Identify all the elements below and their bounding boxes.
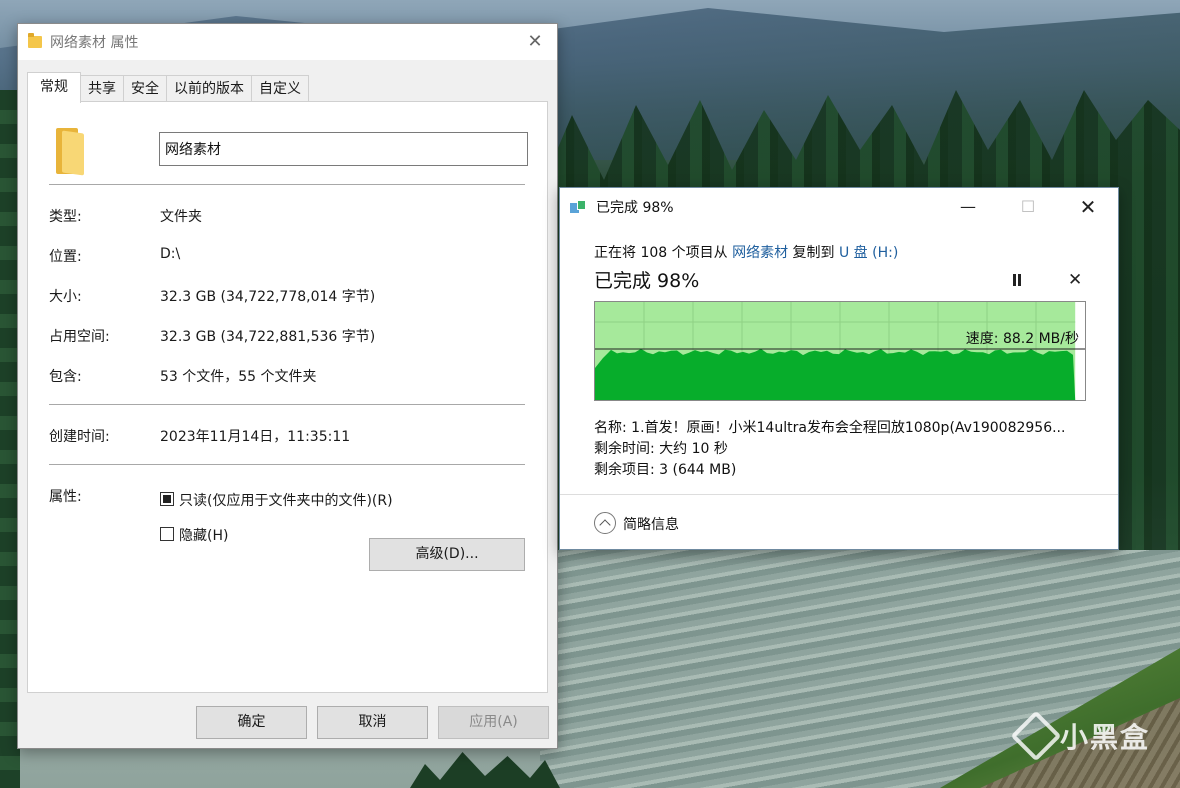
tab-customize[interactable]: 自定义	[251, 75, 309, 103]
destination-link[interactable]: U 盘 (H:)	[839, 245, 898, 261]
tab-security[interactable]: 安全	[123, 75, 167, 103]
watermark-text: 小黑盒	[1059, 721, 1150, 754]
divider	[560, 494, 1118, 495]
file-name-line: 名称: 1.首发！原画！小米14ultra发布会全程回放1080p(Av1900…	[594, 420, 1066, 436]
cancel-button[interactable]: 取消	[317, 706, 428, 739]
cancel-copy-icon[interactable]: ✕	[1068, 270, 1082, 290]
readonly-checkbox[interactable]	[160, 492, 174, 506]
copy-progress-dialog: 已完成 98% — ☐ ✕ 正在将 108 个项目从 网络素材 复制到 U 盘 …	[559, 187, 1119, 550]
advanced-button[interactable]: 高级(D)...	[369, 538, 525, 571]
minimize-button[interactable]: —	[938, 188, 998, 226]
divider	[49, 184, 525, 185]
maximize-button[interactable]: ☐	[998, 188, 1058, 226]
items-remaining-line: 剩余项目: 3 (644 MB)	[594, 462, 737, 478]
tab-sharing[interactable]: 共享	[80, 75, 124, 103]
apply-button[interactable]: 应用(A)	[438, 706, 549, 739]
pause-icon[interactable]	[1011, 274, 1023, 286]
properties-dialog: 网络素材 属性 ✕ 常规 共享 安全 以前的版本 自定义 类型: 文件夹 位置:…	[17, 23, 558, 749]
treetops-bottom	[410, 752, 560, 788]
desc-prefix: 正在将 108 个项目从	[594, 245, 733, 261]
divider	[49, 404, 525, 405]
hidden-checkbox[interactable]	[160, 527, 174, 541]
size-label: 大小:	[49, 289, 82, 305]
location-label: 位置:	[49, 249, 82, 265]
copy-titlebar[interactable]: 已完成 98% — ☐ ✕	[560, 188, 1118, 226]
divider	[49, 464, 525, 465]
location-value: D:\	[160, 246, 181, 262]
speed-label: 速度: 88.2 MB/秒	[965, 331, 1079, 347]
general-panel: 类型: 文件夹 位置: D:\ 大小: 32.3 GB (34,722,778,…	[27, 101, 548, 693]
desc-middle: 复制到	[788, 245, 839, 261]
size-value: 32.3 GB (34,722,778,014 字节)	[160, 289, 376, 305]
ok-button[interactable]: 确定	[196, 706, 307, 739]
contains-value: 53 个文件，55 个文件夹	[160, 369, 317, 385]
attributes-label: 属性:	[49, 489, 82, 505]
properties-titlebar[interactable]: 网络素材 属性 ✕	[18, 24, 557, 60]
created-value: 2023年11月14日，11:35:11	[160, 429, 351, 445]
folder-large-icon	[56, 128, 86, 176]
speed-graph-canvas	[595, 302, 1085, 400]
readonly-label[interactable]: 只读(仅应用于文件夹中的文件)(R)	[179, 490, 393, 510]
tab-general[interactable]: 常规	[27, 72, 81, 103]
type-label: 类型:	[49, 209, 82, 225]
folder-icon	[28, 33, 42, 48]
chevron-up-icon[interactable]	[594, 512, 616, 534]
close-button[interactable]: ✕	[1058, 188, 1118, 226]
properties-title: 网络素材 属性	[50, 35, 139, 51]
folder-name-input[interactable]	[159, 132, 528, 166]
speed-area	[595, 348, 1076, 400]
copy-icon	[570, 200, 588, 214]
size-on-disk-label: 占用空间:	[49, 329, 110, 345]
fewer-details-label[interactable]: 简略信息	[623, 514, 679, 534]
speed-graph: 速度: 88.2 MB/秒	[594, 301, 1086, 401]
copy-title: 已完成 98%	[596, 200, 674, 216]
source-link[interactable]: 网络素材	[732, 245, 788, 261]
time-remaining-line: 剩余时间: 大约 10 秒	[594, 441, 728, 457]
close-button[interactable]: ✕	[525, 32, 545, 52]
contains-label: 包含:	[49, 369, 82, 385]
copy-description: 正在将 108 个项目从 网络素材 复制到 U 盘 (H:)	[594, 242, 898, 262]
percent-complete: 已完成 98%	[594, 270, 700, 292]
watermark-logo-icon	[1010, 710, 1062, 762]
tab-previous-versions[interactable]: 以前的版本	[166, 75, 252, 103]
type-value: 文件夹	[160, 209, 202, 225]
created-label: 创建时间:	[49, 429, 110, 445]
properties-tabs: 常规 共享 安全 以前的版本 自定义	[27, 72, 309, 103]
size-on-disk-value: 32.3 GB (34,722,881,536 字节)	[160, 329, 376, 345]
hidden-label[interactable]: 隐藏(H)	[179, 525, 228, 545]
watermark: 小黑盒	[1010, 710, 1150, 762]
